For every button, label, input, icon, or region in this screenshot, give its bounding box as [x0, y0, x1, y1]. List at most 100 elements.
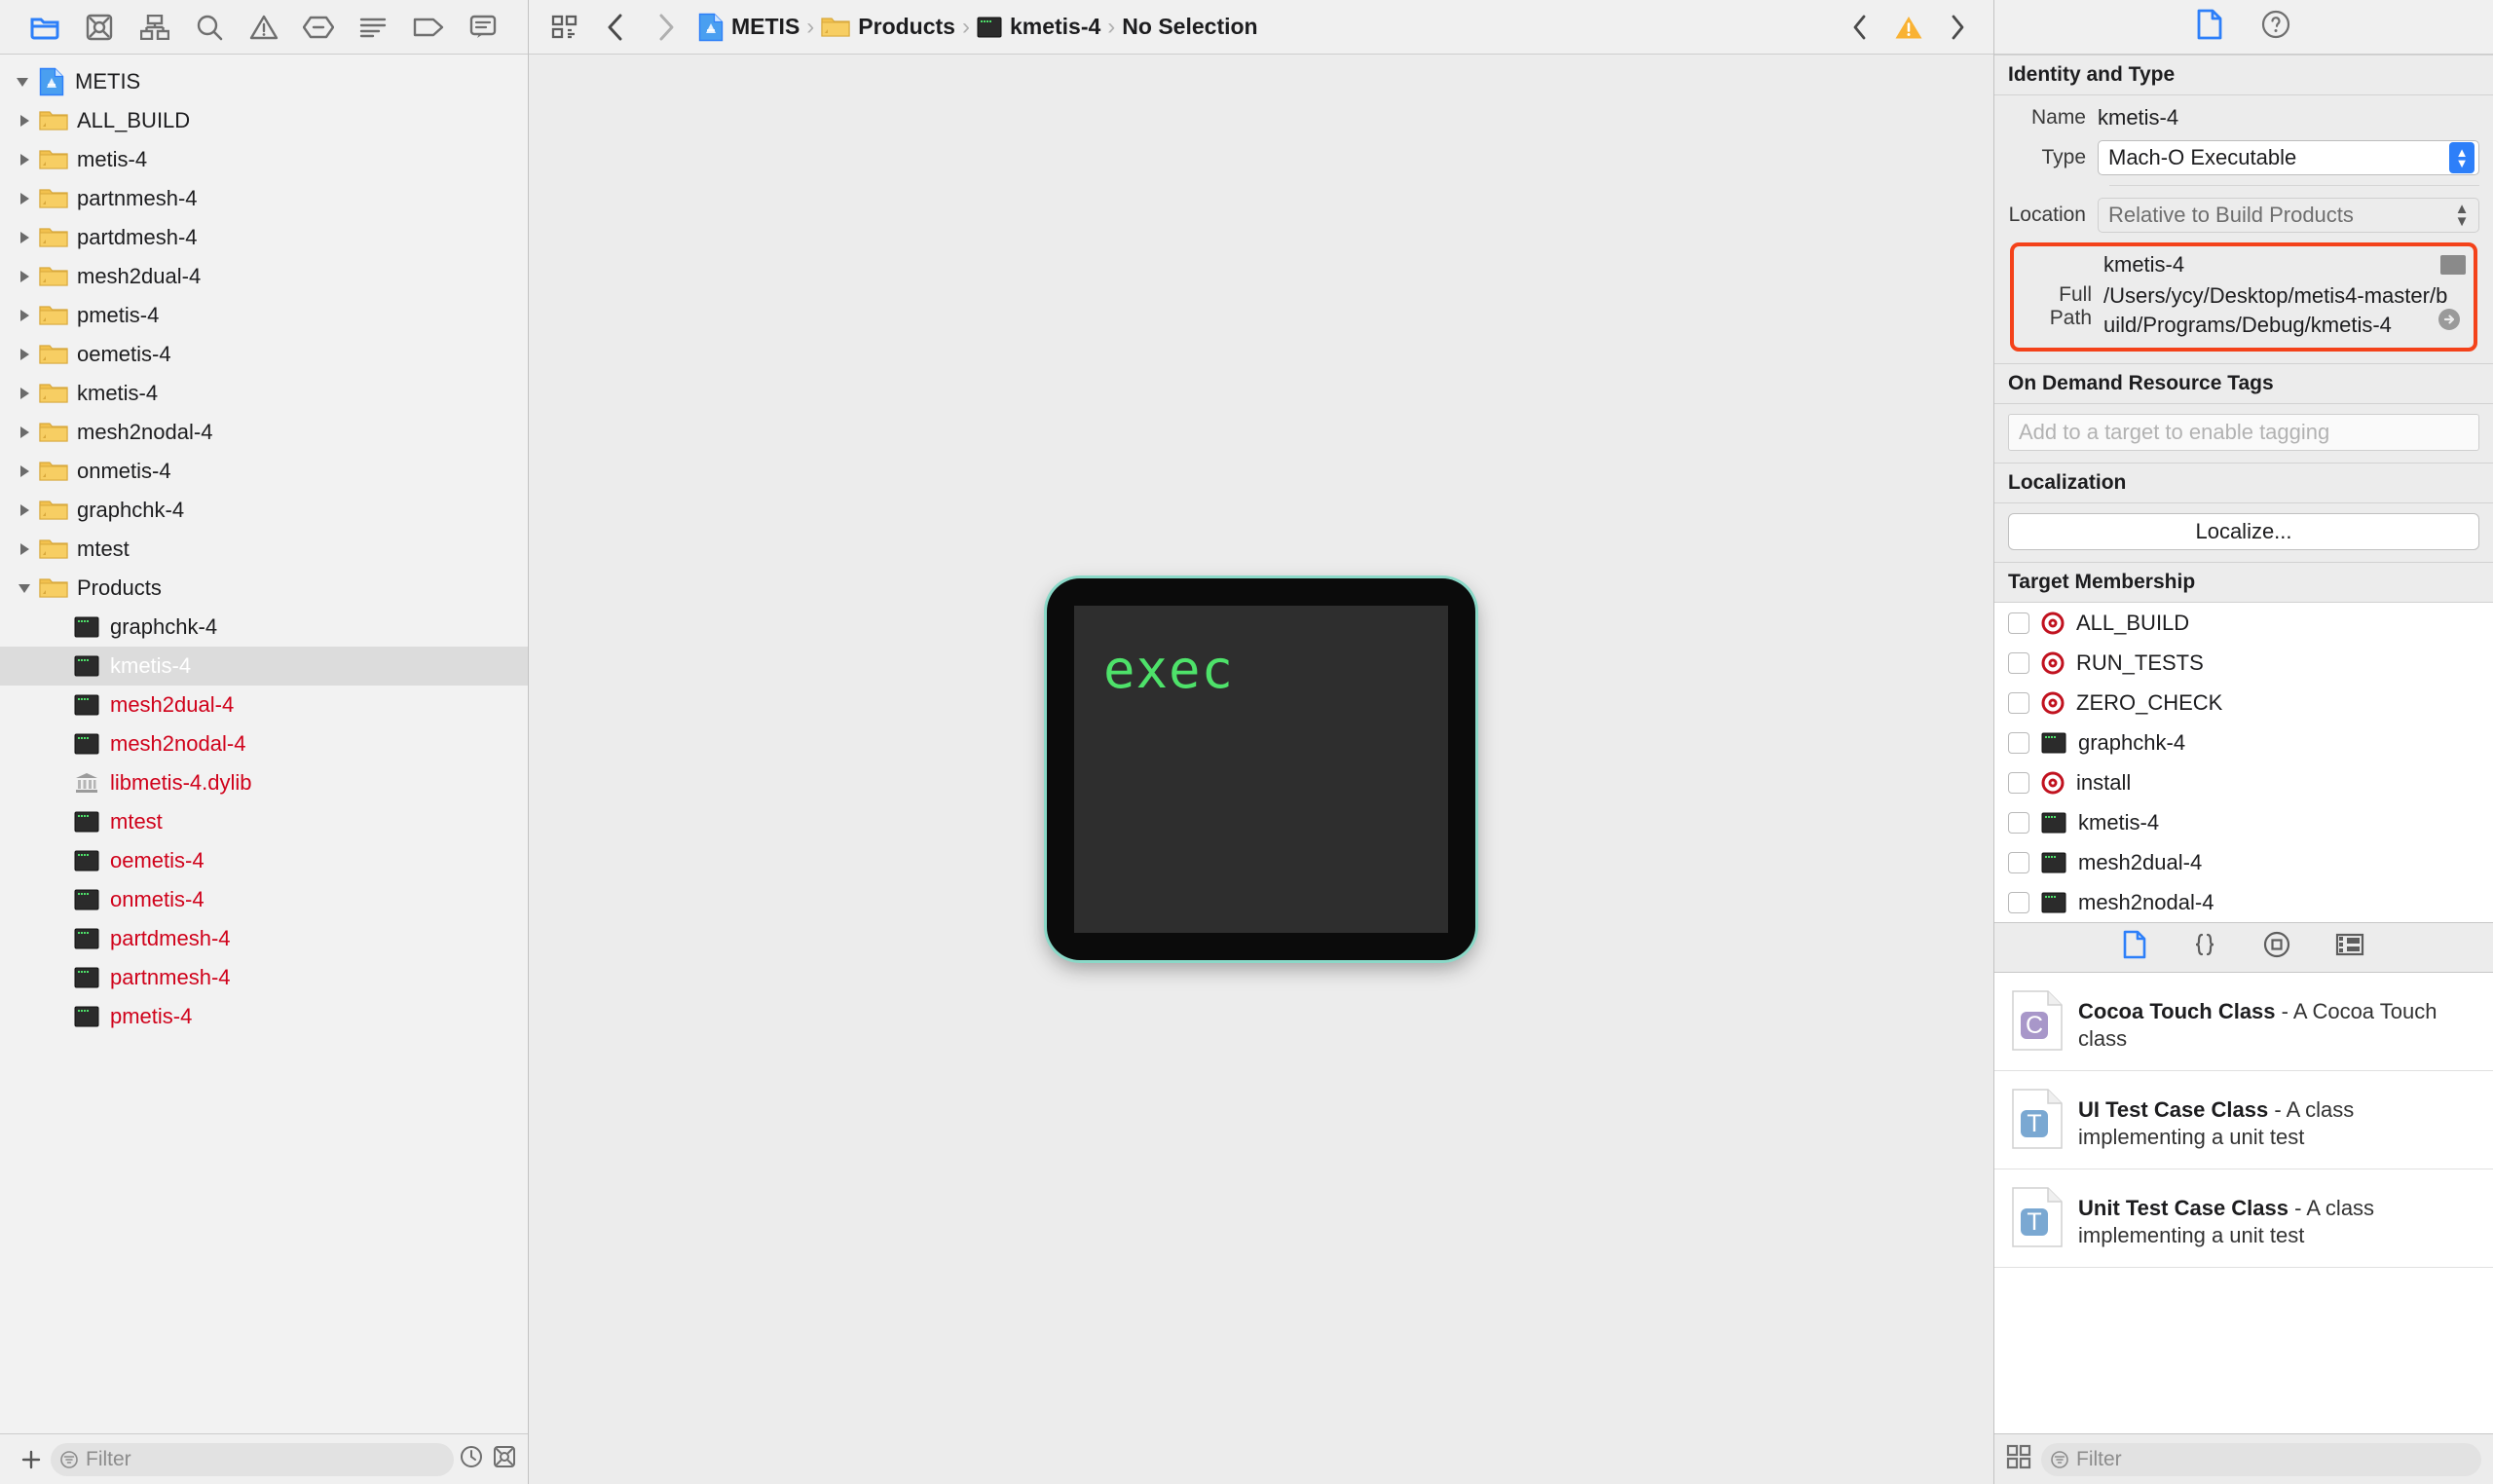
target-membership-row[interactable]: ALL_BUILD [1994, 603, 2493, 643]
report-icon[interactable] [346, 7, 400, 48]
hierarchy-icon[interactable] [127, 7, 181, 48]
project-navigator-tree[interactable]: METIS ALL_BUILD metis-4 partnmesh-4 partdmes… [0, 55, 528, 1433]
next-issue-button[interactable] [1935, 7, 1980, 48]
breadcrumb-item-no-selection[interactable]: No Selection [1122, 14, 1257, 40]
chevron-right-icon[interactable] [12, 191, 37, 206]
chevron-down-icon[interactable] [10, 74, 35, 90]
localize-button[interactable]: Localize... [2008, 513, 2479, 550]
tree-item-kmetis-4[interactable]: kmetis-4 [0, 647, 528, 686]
breadcrumb-item-metis[interactable]: METIS [698, 13, 800, 42]
file-inspector-icon[interactable] [2197, 9, 2222, 46]
source-control-filter-icon[interactable] [493, 1445, 516, 1474]
recent-files-icon[interactable] [460, 1445, 483, 1474]
back-button[interactable] [593, 7, 638, 48]
library-list[interactable]: C Cocoa Touch Class - A Cocoa Touch class… [1994, 973, 2493, 1433]
breadcrumb-item-kmetis-4[interactable]: kmetis-4 [977, 14, 1100, 40]
chevron-updown-icon[interactable]: ▲ ▼ [2449, 142, 2474, 173]
tree-item-libmetis-4-dylib[interactable]: libmetis-4.dylib [0, 763, 528, 802]
tree-item-mesh2dual-4[interactable]: mesh2dual-4 [0, 257, 528, 296]
tree-item-all-build[interactable]: ALL_BUILD [0, 101, 528, 140]
search-icon[interactable] [182, 7, 237, 48]
name-value[interactable]: kmetis-4 [2098, 105, 2178, 130]
tree-item-partdmesh-4[interactable]: partdmesh-4 [0, 919, 528, 958]
checkbox-mesh2nodal-4[interactable] [2008, 891, 2029, 913]
library-item[interactable]: T Unit Test Case Class - A class implemen… [1994, 1169, 2493, 1268]
checkbox-mesh2dual-4[interactable] [2008, 851, 2029, 873]
tree-item-metis[interactable]: METIS [0, 62, 528, 101]
target-membership-row[interactable]: graphchk-4 [1994, 723, 2493, 762]
checkbox-kmetis-4[interactable] [2008, 811, 2029, 834]
breadcrumb[interactable]: METIS › Products › kmetis-4 › No Selection [698, 13, 1258, 42]
checkbox-run-tests[interactable] [2008, 651, 2029, 674]
object-library-icon[interactable] [2263, 931, 2290, 964]
tree-item-graphchk-4[interactable]: graphchk-4 [0, 491, 528, 530]
target-membership-row[interactable]: RUN_TESTS [1994, 643, 2493, 683]
chevron-right-icon[interactable] [12, 541, 37, 557]
tree-item-metis-4[interactable]: metis-4 [0, 140, 528, 179]
tree-item-mesh2nodal-4[interactable]: mesh2nodal-4 [0, 413, 528, 452]
target-membership-row[interactable]: kmetis-4 [1994, 802, 2493, 842]
chevron-right-icon[interactable] [12, 502, 37, 518]
type-select[interactable]: Mach-O Executable ▲ ▼ [2098, 140, 2479, 175]
chevron-updown-icon[interactable]: ▲ ▼ [2449, 200, 2474, 231]
reveal-in-finder-icon[interactable] [2437, 307, 2462, 338]
tree-item-onmetis-4[interactable]: onmetis-4 [0, 880, 528, 919]
target-membership-row[interactable]: mesh2nodal-4 [1994, 882, 2493, 922]
chevron-down-icon[interactable] [12, 580, 37, 596]
issue-warning-icon[interactable] [1886, 7, 1931, 48]
checkbox-all-build[interactable] [2008, 612, 2029, 634]
quick-help-icon[interactable] [2261, 10, 2290, 45]
tree-item-graphchk-4[interactable]: graphchk-4 [0, 608, 528, 647]
target-membership-row[interactable]: install [1994, 762, 2493, 802]
odr-tag-input[interactable]: Add to a target to enable tagging [2008, 414, 2479, 451]
chevron-right-icon[interactable] [12, 113, 37, 129]
tree-item-onmetis-4[interactable]: onmetis-4 [0, 452, 528, 491]
chevron-right-icon[interactable] [12, 464, 37, 479]
tree-item-partdmesh-4[interactable]: partdmesh-4 [0, 218, 528, 257]
filter-input[interactable]: Filter [51, 1442, 454, 1476]
code-snippet-library-icon[interactable] [2191, 931, 2218, 964]
library-item[interactable]: C Cocoa Touch Class - A Cocoa Touch class [1994, 973, 2493, 1071]
tree-item-oemetis-4[interactable]: oemetis-4 [0, 335, 528, 374]
media-library-icon[interactable] [2335, 933, 2364, 962]
comment-icon[interactable] [456, 7, 510, 48]
full-path-value[interactable]: /Users/ycy/Desktop/metis4-master/build/P… [2103, 281, 2466, 340]
forward-button[interactable] [644, 7, 688, 48]
tree-item-mesh2nodal-4[interactable]: mesh2nodal-4 [0, 724, 528, 763]
tree-item-partnmesh-4[interactable]: partnmesh-4 [0, 958, 528, 997]
tree-item-kmetis-4[interactable]: kmetis-4 [0, 374, 528, 413]
previous-issue-button[interactable] [1838, 7, 1882, 48]
chevron-right-icon[interactable] [12, 386, 37, 401]
target-membership-list[interactable]: ALL_BUILD RUN_TESTS ZERO_CHECK graphchk-4 in… [1994, 603, 2493, 922]
library-item[interactable]: T UI Test Case Class - A class implementi… [1994, 1071, 2493, 1169]
grid-view-icon[interactable] [2006, 1444, 2031, 1475]
tree-item-partnmesh-4[interactable]: partnmesh-4 [0, 179, 528, 218]
chevron-right-icon[interactable] [12, 230, 37, 245]
tree-item-oemetis-4[interactable]: oemetis-4 [0, 841, 528, 880]
breakpoint-icon[interactable] [291, 7, 346, 48]
tag-icon[interactable] [401, 7, 456, 48]
add-file-button[interactable] [12, 1448, 51, 1471]
target-membership-row[interactable]: ZERO_CHECK [1994, 683, 2493, 723]
related-items-icon[interactable] [542, 7, 587, 48]
target-membership-row[interactable]: mesh2dual-4 [1994, 842, 2493, 882]
library-filter-input[interactable]: Filter [2041, 1442, 2481, 1476]
chevron-right-icon[interactable] [12, 425, 37, 440]
location-select[interactable]: Relative to Build Products ▲ ▼ [2098, 198, 2479, 233]
breadcrumb-item-products[interactable]: Products [821, 14, 955, 40]
tree-item-mtest[interactable]: mtest [0, 530, 528, 569]
chevron-right-icon[interactable] [12, 347, 37, 362]
tree-item-mtest[interactable]: mtest [0, 802, 528, 841]
checkbox-install[interactable] [2008, 771, 2029, 794]
chevron-right-icon[interactable] [12, 269, 37, 284]
chevron-right-icon[interactable] [12, 152, 37, 167]
chevron-right-icon[interactable] [12, 308, 37, 323]
tree-item-products[interactable]: Products [0, 569, 528, 608]
tree-item-pmetis-4[interactable]: pmetis-4 [0, 296, 528, 335]
folder-icon[interactable] [18, 7, 72, 48]
filename-value[interactable]: kmetis-4 [2103, 252, 2184, 278]
checkbox-graphchk-4[interactable] [2008, 731, 2029, 754]
source-control-icon[interactable] [72, 7, 127, 48]
file-template-library-icon[interactable] [2123, 930, 2146, 965]
tree-item-mesh2dual-4[interactable]: mesh2dual-4 [0, 686, 528, 724]
